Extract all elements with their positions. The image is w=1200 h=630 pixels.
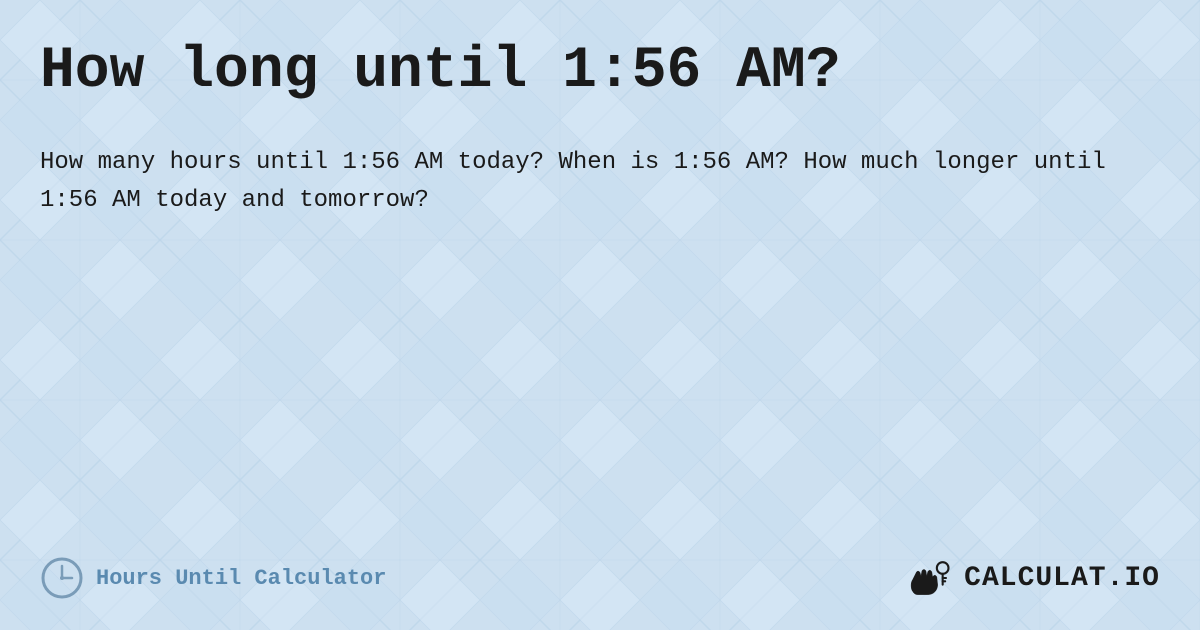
- footer-left: Hours Until Calculator: [40, 556, 386, 600]
- page-title: How long until 1:56 AM?: [40, 40, 1160, 104]
- brand-name: CALCULAT.IO: [964, 563, 1160, 594]
- brand-logo: CALCULAT.IO: [906, 558, 1160, 598]
- clock-icon: [40, 556, 84, 600]
- footer-label: Hours Until Calculator: [96, 566, 386, 591]
- calculator-hand-icon: [906, 558, 956, 598]
- page-description: How many hours until 1:56 AM today? When…: [40, 144, 1140, 221]
- footer: Hours Until Calculator CALCULAT.IO: [40, 536, 1160, 600]
